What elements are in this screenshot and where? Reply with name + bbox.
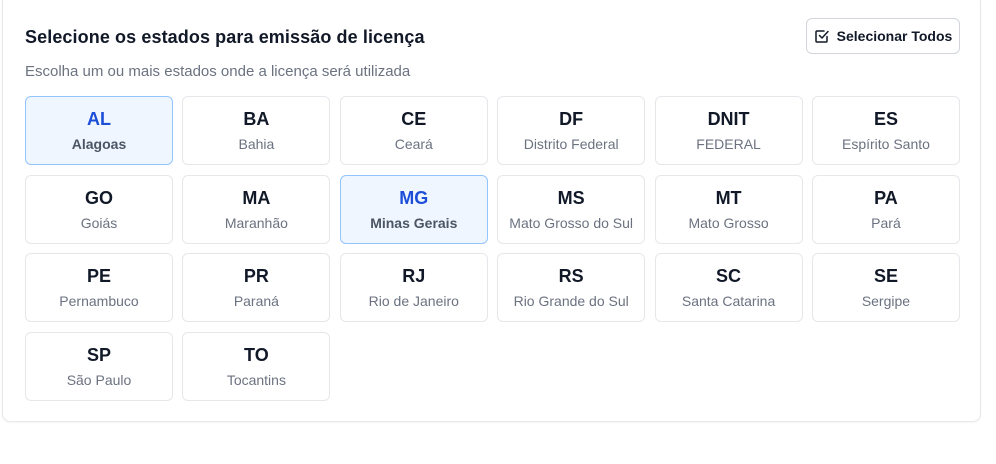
- state-tile[interactable]: AL Alagoas: [25, 96, 173, 165]
- state-tile[interactable]: MG Minas Gerais: [339, 174, 488, 244]
- state-name: Tocantins: [226, 371, 286, 388]
- state-tile[interactable]: SE Sergipe: [811, 253, 960, 322]
- state-name: Espírito Santo: [841, 136, 930, 152]
- state-name: Sergipe: [861, 293, 911, 309]
- checkbox-checked-icon: [814, 28, 830, 44]
- state-code: MT: [715, 187, 742, 208]
- state-tile[interactable]: GO Goiás: [25, 174, 173, 244]
- state-name: Minas Gerais: [370, 214, 458, 231]
- state-tile[interactable]: TO Tocantins: [182, 331, 331, 401]
- state-name: Rio de Janeiro: [368, 293, 459, 309]
- state-tile[interactable]: PR Paraná: [182, 253, 331, 322]
- state-tile[interactable]: DF Distrito Federal: [497, 96, 646, 165]
- state-name: Ceará: [394, 136, 433, 152]
- state-code: CE: [401, 109, 427, 129]
- state-tile[interactable]: DNIT FEDERAL: [654, 96, 803, 165]
- state-grid: AL Alagoas BA Bahia CE Ceará DF Distrito Fed…: [25, 96, 960, 401]
- state-tile[interactable]: PE Pernambuco: [25, 253, 173, 322]
- state-code: MA: [242, 187, 271, 208]
- state-name: Maranhão: [224, 214, 288, 231]
- state-tile[interactable]: MA Maranhão: [182, 174, 331, 244]
- state-code: DF: [559, 109, 584, 129]
- state-selection-card: Selecione os estados para emissão de lic…: [2, 0, 981, 422]
- state-tile[interactable]: RS Rio Grande do Sul: [497, 253, 646, 322]
- state-name: Paraná: [233, 293, 279, 309]
- state-code: TO: [244, 344, 269, 365]
- state-tile[interactable]: PA Pará: [811, 174, 960, 244]
- state-code: SC: [716, 266, 742, 286]
- state-code: ES: [873, 109, 898, 129]
- state-name: Pernambuco: [59, 293, 139, 309]
- select-all-button[interactable]: Selecionar Todos: [806, 18, 960, 54]
- state-tile[interactable]: SC Santa Catarina: [654, 253, 803, 322]
- state-name: Rio Grande do Sul: [513, 293, 629, 309]
- state-name: Mato Grosso do Sul: [509, 214, 634, 231]
- state-tile[interactable]: RJ Rio de Janeiro: [339, 253, 488, 322]
- state-name: Mato Grosso: [688, 214, 769, 231]
- state-name: Pará: [871, 214, 901, 231]
- state-code: PE: [86, 266, 111, 286]
- state-tile[interactable]: BA Bahia: [182, 96, 331, 165]
- page-subtitle: Escolha um ou mais estados onde a licenç…: [25, 63, 411, 80]
- state-tile[interactable]: MT Mato Grosso: [654, 174, 803, 244]
- state-tile[interactable]: CE Ceará: [339, 96, 488, 165]
- state-code: MG: [399, 187, 429, 208]
- state-name: Alagoas: [71, 136, 127, 152]
- state-tile[interactable]: MS Mato Grosso do Sul: [497, 174, 646, 244]
- state-code: GO: [84, 187, 113, 208]
- state-code: PA: [874, 187, 898, 208]
- state-code: DNIT: [707, 109, 750, 129]
- state-code: AL: [87, 109, 111, 129]
- state-name: Santa Catarina: [681, 293, 776, 309]
- state-code: RJ: [402, 266, 426, 286]
- state-name: Distrito Federal: [523, 136, 619, 152]
- state-code: SE: [873, 266, 898, 286]
- state-tile[interactable]: ES Espírito Santo: [811, 96, 960, 165]
- state-name: FEDERAL: [696, 136, 761, 152]
- select-all-label: Selecionar Todos: [836, 28, 953, 44]
- state-code: MS: [557, 187, 585, 208]
- state-tile[interactable]: SP São Paulo: [25, 331, 173, 401]
- state-name: São Paulo: [66, 371, 132, 388]
- state-code: RS: [558, 266, 584, 286]
- state-name: Goiás: [80, 214, 118, 231]
- state-code: SP: [86, 344, 111, 365]
- state-code: BA: [243, 109, 270, 129]
- state-name: Bahia: [238, 136, 275, 152]
- page-title: Selecione os estados para emissão de lic…: [25, 27, 425, 47]
- state-code: PR: [243, 266, 269, 286]
